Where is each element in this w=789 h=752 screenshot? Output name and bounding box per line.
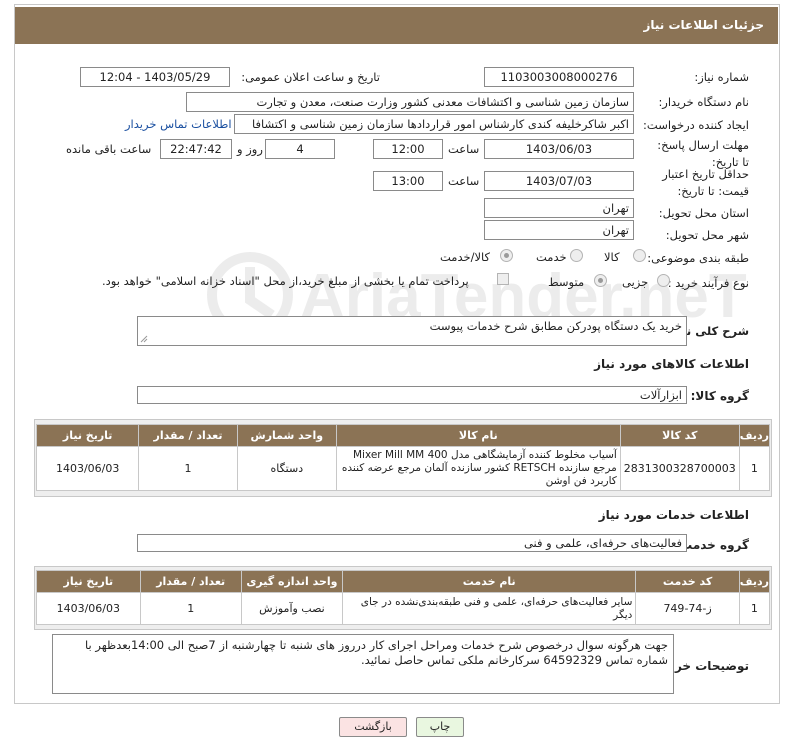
services-col-row: ردیف — [738, 570, 771, 593]
reply-deadline-date: 1403/06/03 — [484, 139, 634, 159]
category-option-goods-service: کالا/خدمت — [440, 250, 491, 264]
purchase-radio-medium[interactable] — [594, 274, 607, 287]
buyer-org-field: سازمان زمین شناسی و اکتشافات معدنی کشور … — [186, 92, 634, 112]
page-header: جزئیات اطلاعات نیاز — [15, 7, 778, 44]
treasury-payment-note: پرداخت تمام یا بخشی از مبلغ خرید،از محل … — [102, 274, 469, 288]
purchase-option-minor: جزیی — [622, 275, 649, 289]
need-number-field: 1103003008000276 — [484, 67, 634, 87]
services-section-title: اطلاعات خدمات مورد نیاز — [598, 508, 749, 522]
goods-section-title: اطلاعات کالاهای مورد نیاز — [594, 357, 749, 371]
category-option-service: خدمت — [536, 250, 567, 264]
goods-col-row: ردیف — [738, 424, 771, 447]
goods-row-name: آسیاب مخلوط کننده آزمایشگاهی مدل Mixer M… — [335, 446, 621, 491]
goods-col-qty: تعداد / مقدار — [138, 424, 238, 447]
buyer-notes-field: جهت هرگونه سوال درخصوص شرح خدمات ومراحل … — [52, 634, 674, 694]
category-label: طبقه بندی موضوعی: — [647, 251, 749, 265]
city-field: تهران — [484, 220, 634, 240]
price-validity-time-label: ساعت — [448, 174, 480, 188]
reply-deadline-time: 12:00 — [373, 139, 443, 159]
goods-row-unit: دستگاه — [236, 446, 337, 491]
buyer-org-label: نام دستگاه خریدار: — [658, 95, 749, 109]
services-col-date: تاریخ نیاز — [36, 570, 141, 593]
requester-label: ایجاد کننده درخواست: — [643, 118, 749, 132]
services-col-qty: تعداد / مقدار — [139, 570, 242, 593]
goods-table: ردیف کد کالا نام کالا واحد شمارش تعداد /… — [35, 424, 771, 491]
purchase-option-medium: متوسط — [548, 275, 585, 289]
goods-col-unit: واحد شمارش — [236, 424, 337, 447]
goods-row-number: 1 — [738, 446, 771, 491]
category-radio-goods[interactable] — [633, 249, 646, 262]
category-radio-service[interactable] — [570, 249, 583, 262]
reply-time-label: ساعت — [448, 142, 480, 156]
table-row: 1 2831300328700003 آسیاب مخلوط کننده آزم… — [35, 446, 771, 491]
description-text: خرید یک دستگاه پودرکن مطابق شرح خدمات پی… — [429, 319, 682, 333]
price-validity-label: حداقل تاریخ اعتبار قیمت: تا تاریخ: — [662, 167, 749, 198]
description-field: خرید یک دستگاه پودرکن مطابق شرح خدمات پی… — [137, 316, 687, 346]
goods-table-header: ردیف کد کالا نام کالا واحد شمارش تعداد /… — [35, 424, 771, 447]
goods-col-name: نام کالا — [335, 424, 621, 447]
services-group-field: فعالیت‌های حرفه‌ای، علمی و فنی — [137, 534, 687, 552]
print-button[interactable]: چاپ — [416, 717, 464, 737]
time-remaining-label: ساعت باقی مانده — [66, 142, 152, 156]
need-number-label: شماره نیاز: — [694, 70, 749, 84]
days-label: روز و — [237, 142, 263, 156]
services-col-name: نام خدمت — [342, 570, 637, 593]
days-remaining-field: 4 — [265, 139, 335, 159]
back-button[interactable]: بازگشت — [339, 717, 407, 737]
goods-row-date: 1403/06/03 — [35, 446, 140, 491]
province-label: استان محل تحویل: — [658, 206, 749, 220]
services-row-number: 1 — [738, 592, 771, 625]
services-row-unit: نصب وآموزش — [240, 592, 344, 625]
requester-field: اکبر شاکرخلیفه کندی کارشناس امور قرارداد… — [234, 114, 634, 134]
price-validity-date: 1403/07/03 — [484, 171, 634, 191]
announce-datetime-field: 1403/05/29 - 12:04 — [80, 67, 230, 87]
goods-col-code: کد کالا — [619, 424, 740, 447]
services-row-name: سایر فعالیت‌های حرفه‌ای، علمی و فنی طبقه… — [342, 592, 637, 625]
services-row-qty: 1 — [139, 592, 242, 625]
services-table-header: ردیف کد خدمت نام خدمت واحد اندازه گیری ت… — [36, 570, 771, 593]
services-table: ردیف کد خدمت نام خدمت واحد اندازه گیری ت… — [36, 570, 771, 625]
goods-group-label: گروه کالا: — [690, 389, 749, 403]
province-field: تهران — [484, 198, 634, 218]
services-row-date: 1403/06/03 — [36, 592, 141, 625]
services-row-code: ز-74-749 — [635, 592, 740, 625]
goods-group-field: ابزارآلات — [137, 386, 687, 404]
announce-datetime-label: تاریخ و ساعت اعلان عمومی: — [241, 70, 380, 84]
goods-col-date: تاریخ نیاز — [35, 424, 140, 447]
purchase-type-label: نوع فرآیند خرید : — [667, 276, 749, 290]
purchase-radio-minor[interactable] — [657, 274, 670, 287]
table-row: 1 ز-74-749 سایر فعالیت‌های حرفه‌ای، علمی… — [36, 592, 771, 625]
goods-row-code: 2831300328700003 — [619, 446, 740, 491]
category-radio-goods-service[interactable] — [500, 249, 513, 262]
city-label: شهر محل تحویل: — [665, 228, 749, 242]
price-validity-time: 13:00 — [373, 171, 443, 191]
buyer-contact-link[interactable]: اطلاعات تماس خریدار — [125, 117, 232, 131]
services-col-code: کد خدمت — [635, 570, 740, 593]
services-col-unit: واحد اندازه گیری — [240, 570, 344, 593]
time-remaining-field: 22:47:42 — [160, 139, 232, 159]
category-option-goods: کالا — [604, 250, 620, 264]
treasury-payment-checkbox[interactable] — [497, 273, 509, 285]
goods-row-qty: 1 — [138, 446, 238, 491]
resize-grip-icon[interactable] — [140, 335, 148, 343]
